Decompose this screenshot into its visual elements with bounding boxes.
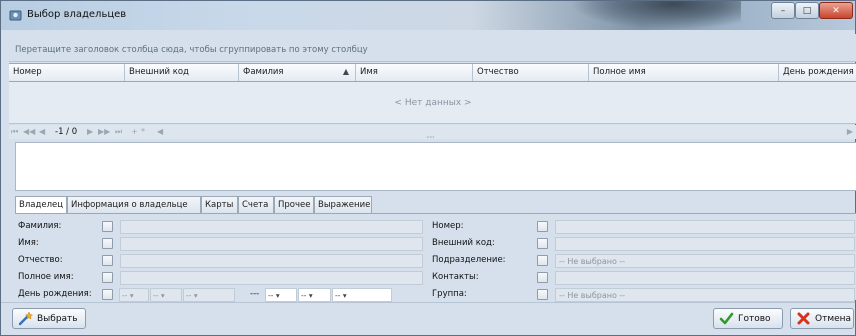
surname-label: Фамилия: bbox=[18, 221, 62, 231]
window-title: Выбор владельцев bbox=[27, 9, 127, 20]
number-label: Номер: bbox=[432, 221, 464, 231]
select-button-label: Выбрать bbox=[37, 313, 78, 324]
maximize-button[interactable]: □ bbox=[795, 2, 819, 19]
patronymic-field[interactable] bbox=[120, 254, 423, 268]
contacts-field[interactable] bbox=[555, 271, 855, 285]
department-label: Подразделение: bbox=[432, 255, 506, 265]
birthday-from-year[interactable]: -- ▾ bbox=[183, 288, 235, 302]
grid-pager: ⏮ ◀◀ ◀ -1 / 0 ▶ ▶▶ ⏭ + * ◀ ····· ▶ bbox=[9, 125, 856, 142]
grid-header: Номер Внешний код Фамилия ▲ Имя Отчество… bbox=[9, 63, 856, 82]
tab-expression[interactable]: Выражение bbox=[314, 196, 372, 213]
close-button[interactable]: ✕ bbox=[819, 2, 853, 19]
name-field[interactable] bbox=[120, 237, 423, 251]
patronymic-label: Отчество: bbox=[18, 255, 63, 265]
cancel-button-label: Отмена bbox=[815, 313, 852, 324]
column-header-number[interactable]: Номер bbox=[9, 64, 125, 81]
date-range-separator: --- bbox=[250, 289, 260, 299]
birthday-to-year[interactable]: -- ▾ bbox=[332, 288, 392, 302]
number-checkbox[interactable] bbox=[537, 221, 548, 232]
birthday-label: День рождения: bbox=[18, 289, 92, 299]
column-header-surname-label: Фамилия bbox=[243, 67, 284, 77]
department-select[interactable]: -- Не выбрано -- bbox=[555, 254, 855, 268]
edit-record-icon[interactable]: * bbox=[141, 127, 145, 136]
group-by-panel[interactable]: Перетащите заголовок столбца сюда, чтобы… bbox=[9, 34, 856, 62]
column-header-full-name[interactable]: Полное имя bbox=[589, 64, 779, 81]
cancel-button[interactable]: Отмена bbox=[790, 308, 854, 329]
contacts-label: Контакты: bbox=[432, 272, 479, 282]
column-header-surname[interactable]: Фамилия ▲ bbox=[239, 64, 356, 81]
sort-ascending-icon: ▲ bbox=[342, 67, 349, 76]
add-record-icon[interactable]: + bbox=[131, 127, 138, 136]
magic-wand-icon bbox=[18, 311, 33, 326]
birthday-from-day[interactable]: -- ▾ bbox=[119, 288, 149, 302]
checkmark-icon bbox=[719, 312, 734, 325]
group-by-hint: Перетащите заголовок столбца сюда, чтобы… bbox=[15, 45, 368, 55]
previous-page-icon[interactable]: ◀◀ bbox=[23, 127, 35, 136]
birthday-to-day[interactable]: -- ▾ bbox=[265, 288, 297, 302]
number-field[interactable] bbox=[555, 220, 855, 234]
owner-selection-dialog: Выбор владельцев – □ ✕ Перетащите заголо… bbox=[0, 0, 856, 336]
name-label: Имя: bbox=[18, 238, 39, 248]
name-checkbox[interactable] bbox=[102, 238, 113, 249]
done-button[interactable]: Готово bbox=[713, 308, 783, 329]
surname-checkbox[interactable] bbox=[102, 221, 113, 232]
tab-other[interactable]: Прочее bbox=[274, 196, 314, 213]
birthday-to-month[interactable]: -- ▾ bbox=[298, 288, 331, 302]
group-select[interactable]: -- Не выбрано -- bbox=[555, 288, 855, 302]
last-page-icon[interactable]: ⏭ bbox=[115, 127, 122, 137]
previous-record-icon[interactable]: ◀ bbox=[39, 127, 45, 136]
group-label: Группа: bbox=[432, 289, 467, 299]
next-page-icon[interactable]: ▶▶ bbox=[98, 127, 110, 136]
select-button[interactable]: Выбрать bbox=[12, 308, 86, 329]
column-header-external-code[interactable]: Внешний код bbox=[125, 64, 239, 81]
column-header-birthday[interactable]: День рождения bbox=[779, 64, 856, 81]
tab-owner[interactable]: Владелец bbox=[15, 196, 67, 214]
cancel-icon bbox=[797, 312, 810, 325]
birthday-from-month[interactable]: -- ▾ bbox=[150, 288, 182, 302]
details-memo[interactable] bbox=[15, 142, 856, 191]
patronymic-checkbox[interactable] bbox=[102, 255, 113, 266]
department-checkbox[interactable] bbox=[537, 255, 548, 266]
empty-grid-message: < Нет данных > bbox=[394, 98, 472, 108]
external-code-checkbox[interactable] bbox=[537, 238, 548, 249]
title-bar[interactable]: Выбор владельцев – □ ✕ bbox=[1, 1, 855, 30]
pager-position: -1 / 0 bbox=[55, 127, 78, 137]
external-code-field[interactable] bbox=[555, 237, 855, 251]
tab-accounts[interactable]: Счета bbox=[238, 196, 274, 213]
tab-cards[interactable]: Карты bbox=[201, 196, 238, 213]
first-page-icon[interactable]: ⏮ bbox=[11, 127, 18, 137]
dialog-footer: Выбрать Готово Отмена bbox=[1, 302, 855, 335]
birthday-checkbox[interactable] bbox=[102, 289, 113, 300]
splitter-grip[interactable]: ····· bbox=[426, 133, 435, 142]
title-bar-background bbox=[571, 1, 741, 30]
minimize-button[interactable]: – bbox=[771, 2, 795, 19]
scroll-right-icon[interactable]: ▶ bbox=[847, 127, 853, 136]
full-name-field[interactable] bbox=[120, 271, 423, 285]
group-checkbox[interactable] bbox=[537, 289, 548, 300]
owner-tab-page: Фамилия: Имя: Отчество: Полное имя: День… bbox=[15, 213, 856, 302]
full-name-label: Полное имя: bbox=[18, 272, 74, 282]
full-name-checkbox[interactable] bbox=[102, 272, 113, 283]
tab-owner-info[interactable]: Информация о владельце bbox=[67, 196, 201, 213]
app-icon bbox=[9, 10, 22, 21]
external-code-label: Внешний код: bbox=[432, 238, 495, 248]
done-button-label: Готово bbox=[738, 313, 771, 324]
column-header-patronymic[interactable]: Отчество bbox=[473, 64, 589, 81]
column-header-name[interactable]: Имя bbox=[356, 64, 473, 81]
surname-field[interactable] bbox=[120, 220, 423, 234]
next-record-icon[interactable]: ▶ bbox=[87, 127, 93, 136]
contacts-checkbox[interactable] bbox=[537, 272, 548, 283]
grid-body[interactable]: < Нет данных > bbox=[9, 82, 856, 124]
scroll-left-icon[interactable]: ◀ bbox=[157, 127, 163, 136]
